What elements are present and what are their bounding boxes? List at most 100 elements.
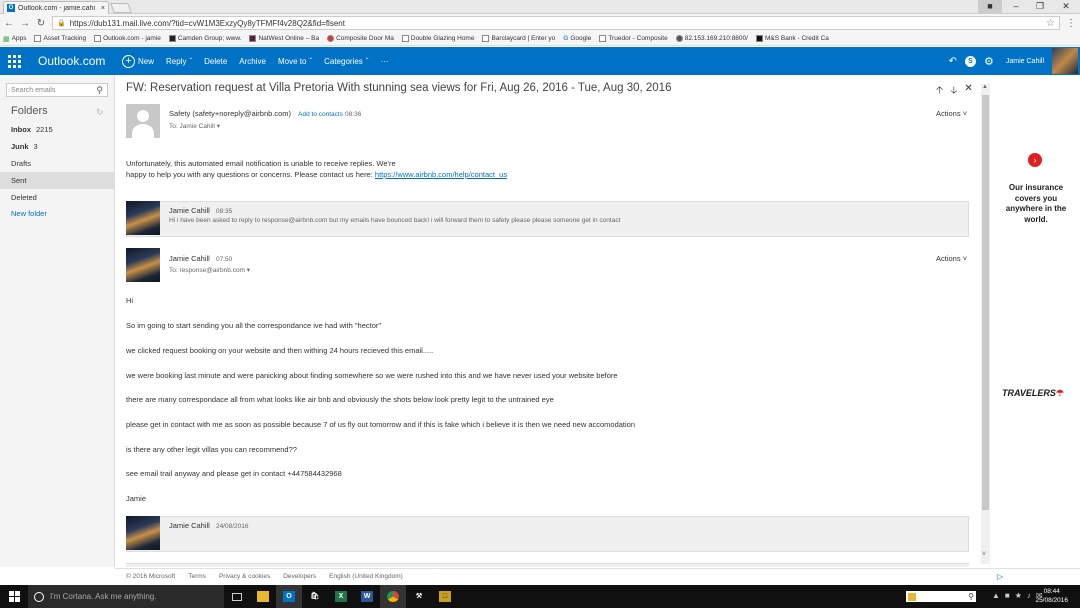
ad-logo[interactable]: TRAVELERS☂ [1002, 388, 1064, 399]
address-toolbar[interactable]: ⚲ [906, 591, 976, 602]
more-commands-button[interactable]: ··· [380, 57, 388, 66]
bookmark-item[interactable]: Double Glazing Home [401, 35, 474, 42]
refresh-icon[interactable]: ↻ [96, 107, 104, 118]
bookmark-item[interactable]: 82.153.169.210:8800/ [675, 35, 748, 42]
footer-privacy-link[interactable]: Privacy & cookies [219, 573, 270, 580]
chevron-down-icon[interactable]: ▾ [247, 267, 250, 274]
sidebar-item-sent[interactable]: Sent [0, 172, 115, 189]
sidebar-item-deleted[interactable]: Deleted [0, 189, 115, 206]
back-icon[interactable]: ← [4, 18, 14, 29]
bookmark-item[interactable]: Asset Tracking [34, 35, 86, 42]
scroll-up-icon[interactable]: ▲ [982, 84, 988, 90]
menu-icon[interactable]: ⋮ [1066, 18, 1076, 29]
chrome-icon[interactable] [380, 585, 406, 608]
forward-icon[interactable]: → [20, 18, 30, 29]
sender-name[interactable]: Safety (safety+noreply@airbnb.com) [169, 109, 291, 118]
footer-terms-link[interactable]: Terms [188, 573, 206, 580]
actions-menu[interactable]: Actions ˅ [936, 254, 967, 263]
message-body: Unfortunately, this automated email noti… [126, 159, 508, 179]
skype-icon[interactable]: S [965, 55, 976, 67]
recipient-line: To: response@airbnb.com ▾ [169, 267, 251, 274]
collapsed-message[interactable] [126, 516, 969, 552]
add-to-contacts-link[interactable]: Add to contacts [298, 111, 343, 118]
header-right: ↶ S ⚙ Jamie Cahill [949, 47, 1080, 75]
ad-text[interactable]: Our insurance covers you anywhere in the… [1000, 183, 1072, 225]
message-preview: Hi i have been asked to reply to respons… [169, 217, 621, 224]
chevron-down-icon: ˅ [962, 254, 968, 263]
task-view-icon[interactable] [224, 585, 250, 608]
message-line: So im going to start sending you all the… [126, 321, 382, 330]
bookmarks-bar: ▦ Apps Asset Tracking Outlook.com - jamie… [0, 32, 1080, 46]
new-tab-button[interactable] [110, 3, 132, 13]
word-icon[interactable]: W [354, 585, 380, 608]
actions-menu[interactable]: Actions ˅ [936, 109, 967, 118]
user-profile-icon[interactable]: ■ [978, 0, 1002, 13]
sender-name[interactable]: Jamie Cahill [169, 254, 210, 263]
scroll-down-icon[interactable]: ˅ [982, 551, 986, 558]
clock[interactable]: 08:44 25/08/2016 [1035, 587, 1068, 605]
cortana-search[interactable]: I'm Cortana. Ask me anything. [28, 585, 224, 608]
search-input[interactable]: Search emails ⚲ [6, 83, 108, 97]
bookmark-item[interactable]: NatWest Online – Ba [249, 35, 319, 42]
tools-icon[interactable]: ⚒ [406, 585, 432, 608]
app-launcher-icon[interactable] [0, 47, 28, 75]
close-icon[interactable]: ✕ [964, 83, 972, 100]
excel-icon[interactable]: X [328, 585, 354, 608]
archive-button[interactable]: Archive [239, 57, 266, 66]
sidebar-item-drafts[interactable]: Drafts [0, 155, 115, 172]
outlook-icon[interactable]: O [276, 585, 302, 608]
app-icon[interactable]: □ [432, 585, 458, 608]
advertisement[interactable] [992, 78, 1080, 566]
tab-close-icon[interactable]: × [101, 5, 105, 12]
footer-language-link[interactable]: English (United Kingdom) [329, 573, 403, 580]
message-time: 07:50 [215, 256, 233, 263]
store-icon[interactable]: 🛍 [302, 585, 328, 608]
outlook-favicon-icon: O [7, 4, 15, 12]
url-text: https://dub131.mail.live.com/?tid=cvW1M3… [69, 18, 345, 28]
restore-icon[interactable]: ❐ [1028, 0, 1052, 13]
search-icon[interactable]: ⚲ [96, 85, 103, 96]
bookmark-item[interactable]: Camden Group; www. [168, 35, 241, 42]
bookmark-item[interactable]: G Google [563, 35, 591, 42]
bookmark-item[interactable]: ▦ Apps [3, 35, 26, 43]
contact-us-link[interactable]: https://www.airbnb.com/help/contact_us [375, 170, 507, 179]
categories-button[interactable]: Categories ˇ [324, 57, 368, 66]
brand-logo[interactable]: Outlook.com [28, 54, 122, 68]
delete-button[interactable]: Delete [204, 57, 227, 66]
bookmark-item[interactable]: M&S Bank - Credit Ca [755, 35, 829, 42]
cortana-icon [34, 591, 44, 602]
undo-icon[interactable]: ↶ [949, 56, 957, 67]
star-icon[interactable]: ☆ [1046, 18, 1055, 29]
gear-icon[interactable]: ⚙ [984, 55, 994, 68]
windows-start-icon[interactable] [0, 585, 28, 608]
bookmark-item[interactable]: Outlook.com - jamie [94, 35, 161, 42]
new-button[interactable]: + New [122, 54, 154, 68]
bookmark-item[interactable]: Truedor - Composite [599, 35, 668, 42]
reload-icon[interactable]: ↻ [36, 18, 46, 29]
user-name[interactable]: Jamie Cahill [1002, 58, 1044, 65]
search-icon[interactable]: ⚲ [968, 592, 974, 601]
message-header: Jamie Cahill 24/08/2016 [169, 521, 249, 530]
sidebar-item-inbox[interactable]: Inbox 2215 [0, 121, 115, 138]
arrow-right-icon[interactable]: › [1028, 153, 1042, 167]
browser-tab[interactable]: O Outlook.com - jamie.cahi × [3, 1, 109, 14]
minimize-icon[interactable]: – [1004, 0, 1028, 13]
footer-developers-link[interactable]: Developers [283, 573, 316, 580]
sidebar-item-junk[interactable]: Junk 3 [0, 138, 115, 155]
chevron-down-icon: ˅ [962, 109, 968, 118]
file-explorer-icon[interactable] [250, 585, 276, 608]
reply-button[interactable]: Reply ˇ [166, 57, 192, 66]
move-to-button[interactable]: Move to ˇ [278, 57, 312, 66]
bookmark-item[interactable]: Barclaycard | Enter yo [482, 35, 555, 42]
scrollbar-thumb[interactable] [982, 95, 989, 510]
new-folder-link[interactable]: New folder [0, 205, 115, 222]
address-bar[interactable]: 🔒 https://dub131.mail.live.com/?tid=cvW1… [52, 16, 1060, 30]
feedback-icon[interactable]: ▷ [997, 572, 1003, 581]
close-window-icon[interactable]: ✕ [1054, 0, 1078, 13]
arrow-down-icon[interactable]: 🡣 [950, 83, 957, 100]
arrow-up-icon[interactable]: 🡡 [936, 83, 943, 100]
chevron-down-icon[interactable]: ▾ [217, 123, 220, 130]
bookmark-item[interactable]: Composite Door Ma [327, 35, 394, 42]
message-line: we clicked request booking on your websi… [126, 346, 434, 355]
avatar[interactable] [1052, 48, 1078, 74]
